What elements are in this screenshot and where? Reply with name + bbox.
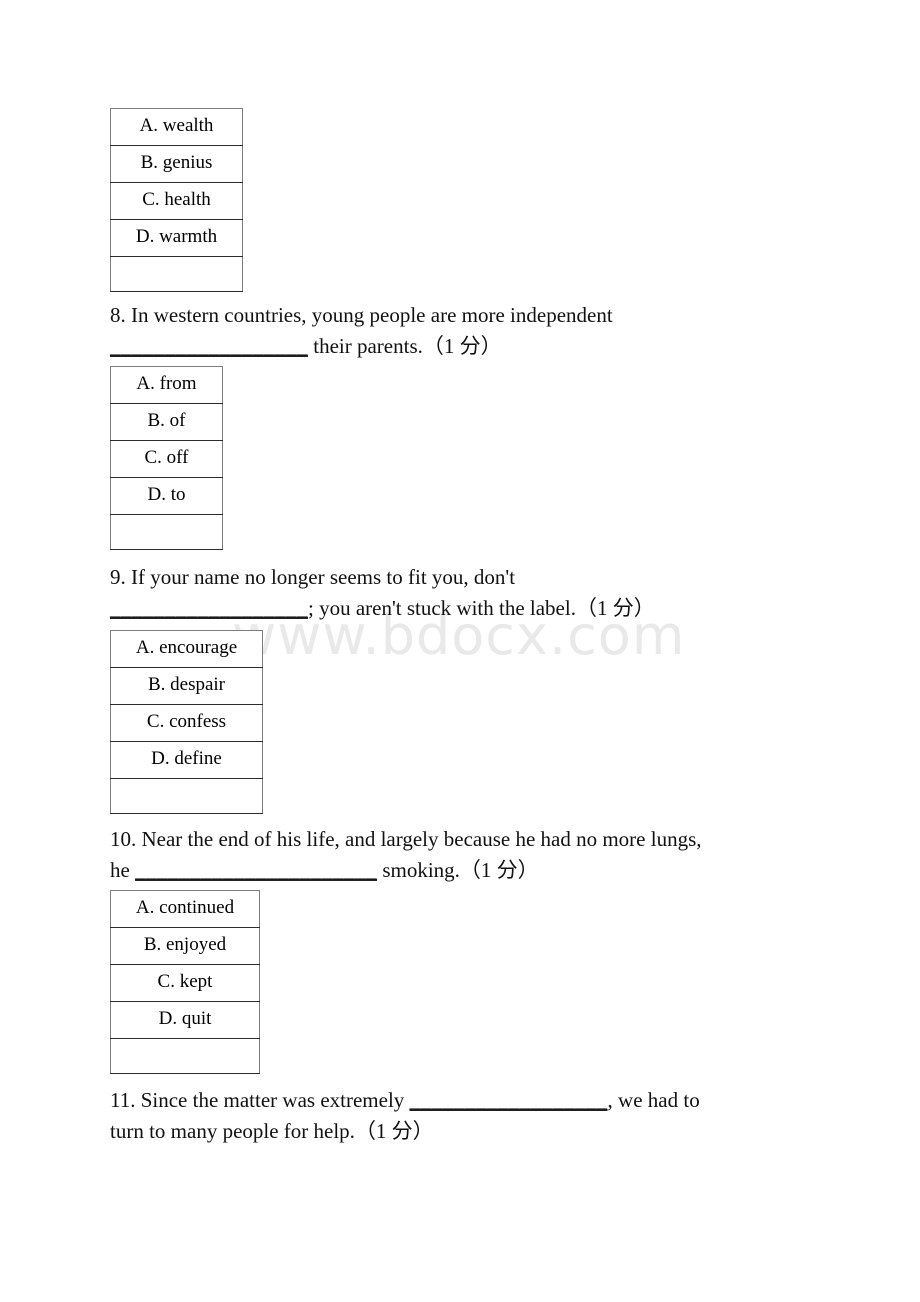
option-cell-a[interactable]: A. from (110, 366, 223, 404)
table-row[interactable] (110, 1038, 260, 1074)
question-10-blank[interactable]: ______________________ (135, 858, 377, 882)
table-row[interactable]: B. enjoyed (110, 927, 260, 965)
option-cell-empty[interactable] (110, 514, 223, 550)
option-cell-c[interactable]: C. health (110, 182, 243, 220)
document-page: www.bdocx.com A. wealth B. genius C. hea… (0, 0, 920, 1302)
table-row[interactable]: B. despair (110, 667, 263, 705)
options-table-q8: A. from B. of C. off D. to (110, 366, 223, 550)
option-cell-empty[interactable] (110, 1038, 260, 1074)
table-row[interactable]: D. warmth (110, 219, 243, 257)
question-10-line2-rest: smoking. (377, 858, 460, 882)
option-cell-b[interactable]: B. genius (110, 145, 243, 183)
option-cell-b[interactable]: B. enjoyed (110, 927, 260, 965)
option-cell-b[interactable]: B. of (110, 403, 223, 441)
table-row[interactable]: B. genius (110, 145, 243, 183)
question-10-line1: 10. Near the end of his life, and largel… (110, 827, 702, 851)
table-row[interactable]: D. quit (110, 1001, 260, 1039)
table-row[interactable]: A. encourage (110, 630, 263, 668)
option-cell-d[interactable]: D. define (110, 741, 263, 779)
table-row[interactable]: D. to (110, 477, 223, 515)
question-11-text: 11. Since the matter was extremely _____… (110, 1085, 900, 1147)
option-cell-b[interactable]: B. despair (110, 667, 263, 705)
question-9-blank[interactable]: __________________ (110, 596, 308, 620)
question-8-blank[interactable]: __________________ (110, 334, 308, 358)
question-10-score: （1 分） (459, 858, 539, 882)
options-table-q7: A. wealth B. genius C. health D. warmth (110, 108, 243, 292)
question-9-text: 9. If your name no longer seems to fit y… (110, 562, 870, 624)
table-row[interactable]: C. confess (110, 704, 263, 742)
option-cell-empty[interactable] (110, 778, 263, 814)
question-8-line2-rest: their parents. (308, 334, 423, 358)
option-cell-d[interactable]: D. to (110, 477, 223, 515)
options-table-q9: A. encourage B. despair C. confess D. de… (110, 630, 263, 814)
table-row[interactable] (110, 256, 243, 292)
table-row[interactable]: A. wealth (110, 108, 243, 146)
question-8-text: 8. In western countries, young people ar… (110, 300, 870, 362)
option-cell-d[interactable]: D. warmth (110, 219, 243, 257)
table-row[interactable]: C. kept (110, 964, 260, 1002)
question-11-line1-prefix: 11. Since the matter was extremely (110, 1088, 410, 1112)
question-9-line1: 9. If your name no longer seems to fit y… (110, 565, 516, 589)
question-11-blank[interactable]: __________________ (410, 1088, 608, 1112)
option-cell-d[interactable]: D. quit (110, 1001, 260, 1039)
question-10-line2-prefix: he (110, 858, 136, 882)
question-9-score: （1 分） (575, 596, 655, 620)
table-row[interactable]: A. from (110, 366, 223, 404)
option-cell-a[interactable]: A. wealth (110, 108, 243, 146)
table-row[interactable] (110, 514, 223, 550)
table-row[interactable]: D. define (110, 741, 263, 779)
table-row[interactable] (110, 778, 263, 814)
table-row[interactable]: C. health (110, 182, 243, 220)
question-10-text: 10. Near the end of his life, and largel… (110, 824, 900, 886)
option-cell-empty[interactable] (110, 256, 243, 292)
option-cell-a[interactable]: A. continued (110, 890, 260, 928)
question-11-line2: turn to many people for help. (110, 1119, 355, 1143)
question-8-line1: 8. In western countries, young people ar… (110, 303, 613, 327)
option-cell-c[interactable]: C. off (110, 440, 223, 478)
question-8-score: （1 分） (422, 334, 502, 358)
question-11-score: （1 分） (354, 1119, 434, 1143)
question-11-line1-rest: , we had to (607, 1088, 700, 1112)
table-row[interactable]: B. of (110, 403, 223, 441)
option-cell-c[interactable]: C. kept (110, 964, 260, 1002)
options-table-q10: A. continued B. enjoyed C. kept D. quit (110, 890, 260, 1074)
table-row[interactable]: C. off (110, 440, 223, 478)
table-row[interactable]: A. continued (110, 890, 260, 928)
option-cell-c[interactable]: C. confess (110, 704, 263, 742)
option-cell-a[interactable]: A. encourage (110, 630, 263, 668)
question-9-line2-rest: ; you aren't stuck with the label. (308, 596, 576, 620)
